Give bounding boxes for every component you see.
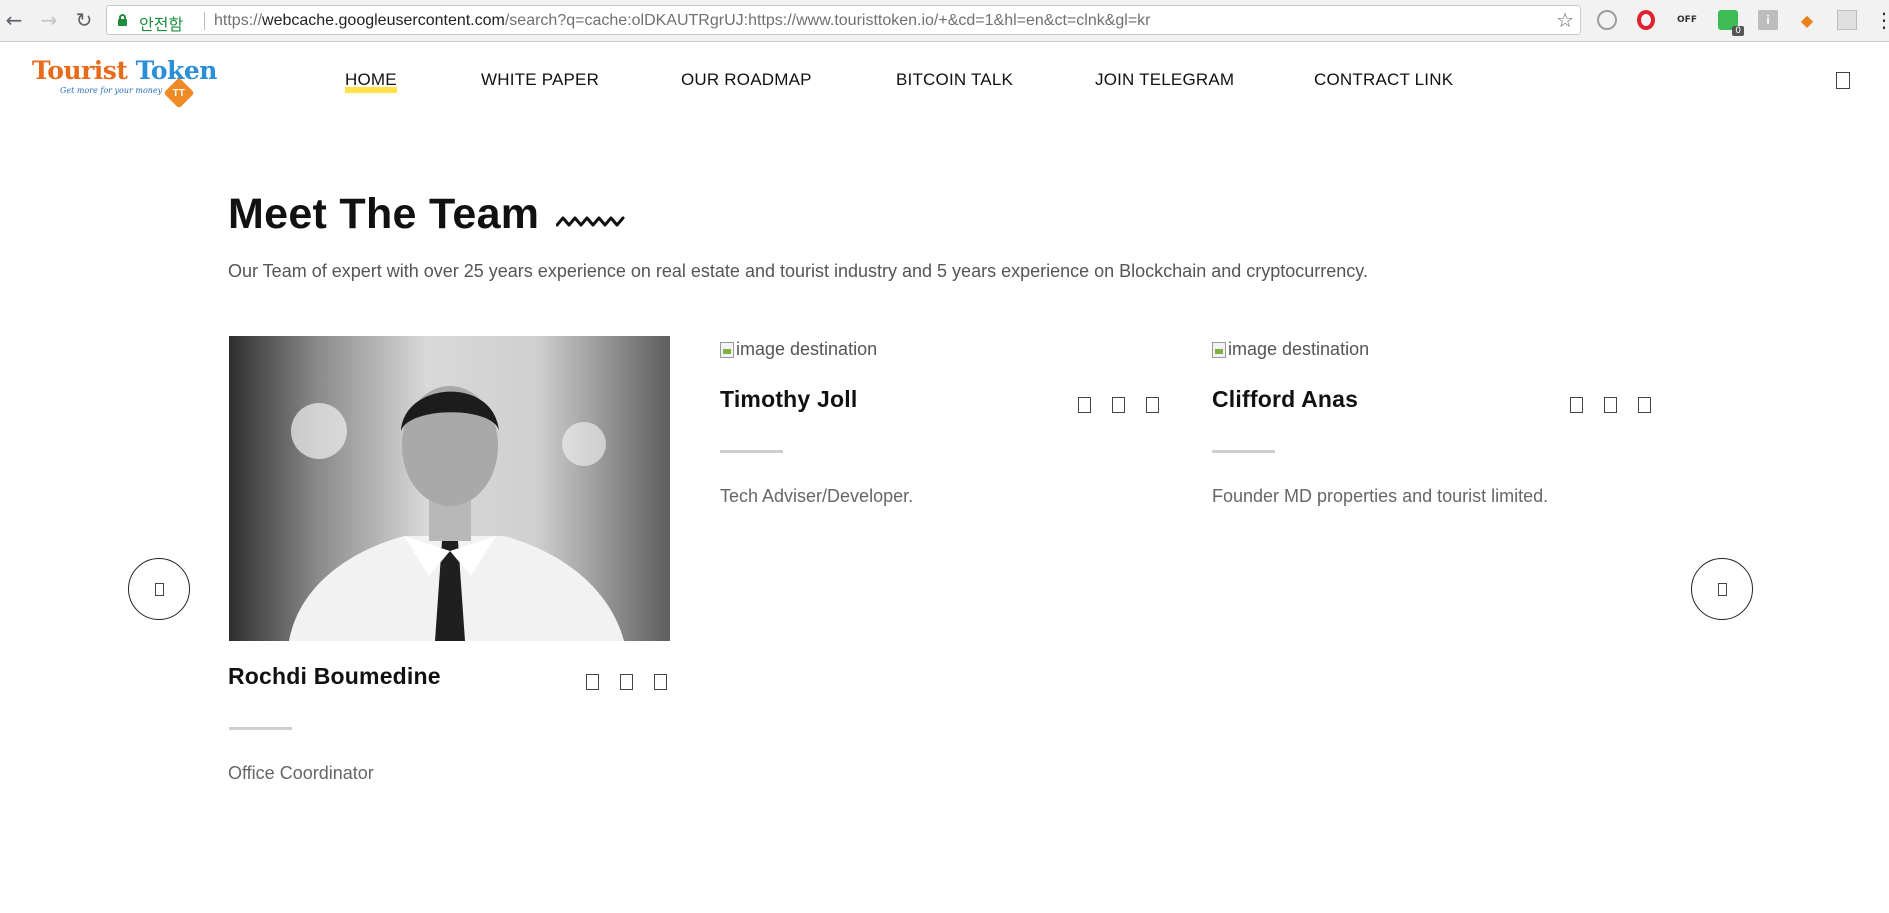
social-links — [1570, 397, 1651, 413]
chevron-left-icon — [155, 583, 164, 596]
team-member-photo — [229, 336, 670, 641]
carousel-next-button[interactable] — [1691, 558, 1753, 620]
reload-icon[interactable]: ↻ — [72, 8, 96, 32]
linkedin-icon[interactable] — [654, 674, 667, 690]
extension-badge: 0 — [1732, 26, 1744, 36]
off-extension-icon[interactable]: OFF — [1677, 10, 1697, 30]
nav-contract-link[interactable]: CONTRACT LINK — [1314, 70, 1453, 90]
name-divider — [229, 727, 292, 730]
url-text[interactable]: https://webcache.googleusercontent.com/s… — [214, 12, 1151, 30]
main-nav: HOME WHITE PAPER OUR ROADMAP BITCOIN TAL… — [0, 70, 1889, 94]
image-alt-text: image destination — [1228, 339, 1370, 359]
team-member-name: Timothy Joll — [720, 386, 858, 412]
address-divider — [204, 12, 205, 30]
image-alt-text: image destination — [736, 339, 878, 359]
header-search-icon[interactable] — [1836, 72, 1850, 89]
section-title: Meet The Team — [228, 190, 540, 238]
team-member-name: Rochdi Boumedine — [228, 663, 441, 689]
globe-extension-icon[interactable] — [1597, 10, 1617, 30]
team-member-role: Tech Adviser/Developer. — [720, 486, 914, 506]
nav-join-telegram[interactable]: JOIN TELEGRAM — [1095, 70, 1234, 90]
secure-label: 안전함 — [139, 15, 184, 34]
name-divider — [720, 450, 783, 453]
name-divider — [1212, 450, 1275, 453]
opera-extension-icon[interactable] — [1637, 10, 1655, 30]
grey-extension-icon[interactable] — [1837, 10, 1857, 30]
lock-icon — [118, 14, 127, 26]
twitter-icon[interactable] — [1112, 397, 1125, 413]
team-member-role: Office Coordinator — [228, 763, 374, 783]
team-member-name: Clifford Anas — [1212, 386, 1359, 412]
url-prefix: https:// — [214, 12, 263, 29]
twitter-icon[interactable] — [620, 674, 633, 690]
nav-white-paper[interactable]: WHITE PAPER — [481, 70, 599, 90]
facebook-icon[interactable] — [586, 674, 599, 690]
green-extension-icon[interactable]: 0 — [1718, 10, 1744, 36]
squiggle-decoration-icon — [556, 216, 625, 227]
section-description: Our Team of expert with over 25 years ex… — [228, 261, 1368, 281]
address-bar[interactable]: 안전함 https://webcache.googleusercontent.c… — [106, 5, 1581, 35]
info-extension-icon[interactable]: i — [1758, 10, 1778, 30]
broken-image-icon — [720, 341, 734, 358]
chevron-right-icon — [1718, 583, 1727, 596]
facebook-icon[interactable] — [1078, 397, 1091, 413]
nav-bitcoin-talk[interactable]: BITCOIN TALK — [896, 70, 1013, 90]
linkedin-icon[interactable] — [1146, 397, 1159, 413]
broken-image: image destination — [1212, 339, 1369, 360]
carousel-prev-button[interactable] — [128, 558, 190, 620]
bookmark-star-icon[interactable]: ☆ — [1556, 8, 1574, 32]
social-links — [1078, 397, 1159, 413]
browser-toolbar: ← → ↻ 안전함 https://webcache.googleusercon… — [0, 0, 1889, 42]
back-arrow-icon[interactable]: ← — [2, 8, 26, 32]
forward-arrow-icon[interactable]: → — [37, 8, 61, 32]
social-links — [586, 674, 667, 690]
twitter-icon[interactable] — [1604, 397, 1617, 413]
url-host: webcache.googleusercontent.com — [262, 12, 505, 29]
linkedin-icon[interactable] — [1638, 397, 1651, 413]
fox-extension-icon[interactable]: ◆ — [1797, 10, 1817, 30]
broken-image-icon — [1212, 341, 1226, 358]
facebook-icon[interactable] — [1570, 397, 1583, 413]
url-path: /search?q=cache:olDKAUTRgrUJ:https://www… — [504, 12, 1151, 29]
nav-our-roadmap[interactable]: OUR ROADMAP — [681, 70, 812, 90]
browser-menu-icon[interactable]: ⋮ — [1874, 8, 1889, 32]
portrait-image — [229, 336, 670, 641]
team-member-role: Founder MD properties and tourist limite… — [1212, 486, 1549, 506]
broken-image: image destination — [720, 339, 877, 360]
nav-home[interactable]: HOME — [345, 70, 397, 93]
